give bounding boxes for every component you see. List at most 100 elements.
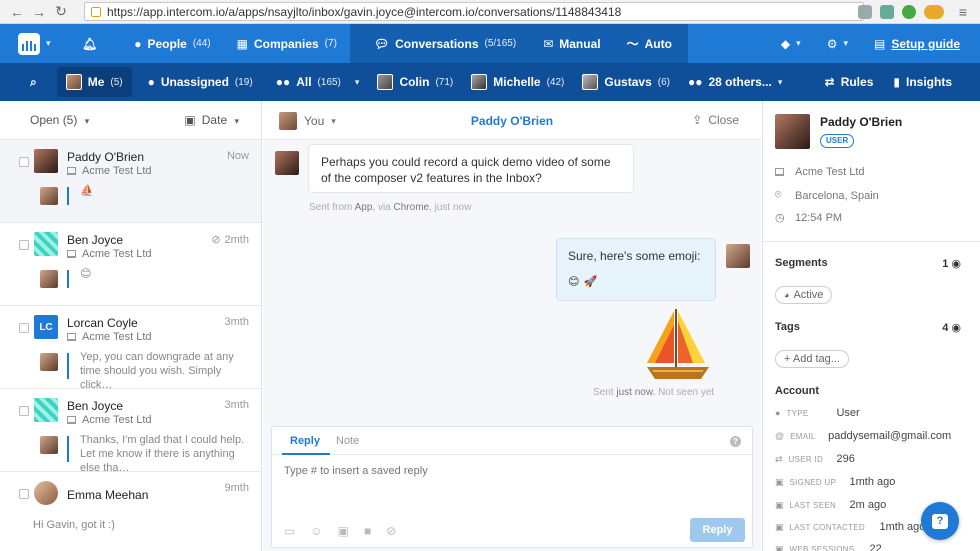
tags-header[interactable]: Tags 4 ◉ [775, 321, 961, 334]
inbox-me-count: (5) [110, 76, 123, 88]
nav-people[interactable]: ● People (44) [121, 24, 223, 63]
select-checkbox[interactable] [19, 489, 29, 499]
outgoing-message-text: Sure, here's some emoji: [568, 249, 701, 263]
search-button[interactable]: ⌕ [0, 63, 57, 101]
reply-input[interactable] [284, 465, 724, 477]
extension-icon[interactable] [902, 5, 916, 19]
composer-tabs: Reply Note ? [272, 427, 752, 455]
rules-button[interactable]: ⇄ Rules [811, 63, 888, 101]
list-item[interactable]: Paddy O'Brien Acme Test Ltd Now ⛵ [0, 140, 261, 223]
app-logo[interactable]: ▾ [0, 24, 58, 63]
reply-indicator [67, 270, 69, 288]
group-icon: ●● [687, 75, 703, 89]
select-checkbox[interactable] [19, 157, 29, 167]
apps-button[interactable]: ◆ ▾ [768, 24, 814, 63]
profile-location: ⌾ Barcelona, Spain [775, 189, 879, 202]
attribute-row: ▣ LAST SEEN 2m ago [775, 499, 886, 511]
nav-companies-label: Companies [253, 36, 319, 51]
inbox-all-count: (165) [317, 76, 341, 88]
nav-manual-label: Manual [559, 36, 601, 51]
avatar [40, 353, 58, 371]
reload-icon[interactable]: ↻ [50, 1, 72, 23]
attribute-row: @ EMAIL paddysemail@gmail.com [775, 430, 951, 442]
nav-auto[interactable]: 〜 Auto [613, 24, 688, 63]
emoji-icon[interactable]: ☺ [310, 524, 322, 538]
address-bar[interactable]: https://app.intercom.io/a/apps/nsayjlto/… [84, 2, 864, 21]
meta-status: Not seen yet [658, 387, 715, 398]
inbox-all[interactable]: ●● All (165) ▾ [262, 63, 369, 101]
group-icon: ●● [275, 75, 291, 89]
chevron-down-icon: ▾ [843, 38, 848, 48]
video-icon[interactable]: ■ [364, 524, 371, 538]
list-item[interactable]: Emma Meehan 9mth Hi Gavin, got it :) [0, 472, 261, 551]
back-icon[interactable]: ← [6, 1, 28, 23]
avatar [65, 74, 82, 90]
profile-name[interactable]: Paddy O'Brien [820, 115, 902, 129]
tab-reply[interactable]: Reply [290, 435, 320, 447]
extension-icon[interactable] [924, 5, 944, 19]
select-checkbox[interactable] [19, 323, 29, 333]
select-checkbox[interactable] [19, 406, 29, 416]
shuffle-icon: ⇄ [824, 75, 835, 89]
messenger-launcher-button[interactable]: ? [921, 502, 959, 540]
notifications-button[interactable]: 🔔︎ [58, 24, 121, 63]
person-icon: ● [134, 36, 142, 51]
conversation-name: Paddy O'Brien [67, 150, 144, 164]
pie-icon: ◕ [784, 290, 790, 300]
select-checkbox[interactable] [19, 240, 29, 250]
list-item[interactable]: LC Lorcan Coyle Acme Test Ltd 3mth Yep, … [0, 306, 261, 391]
inbox-gustavs-label: Gustavs [604, 75, 652, 89]
inbox-others[interactable]: ●● 28 others... ▾ [679, 63, 791, 101]
add-tag-button[interactable]: + Add tag... [775, 350, 849, 368]
close-button[interactable]: ⇪ Close [692, 113, 739, 127]
nav-conversations-label: Conversations [395, 36, 479, 51]
forward-icon[interactable]: → [28, 1, 50, 23]
inbox-gustavs[interactable]: Gustavs (6) [573, 63, 679, 101]
close-label: Close [708, 113, 739, 127]
profile-location-label: Barcelona, Spain [795, 189, 879, 202]
attachment-icon[interactable]: ⊘ [386, 524, 396, 538]
image-icon[interactable]: ▣ [338, 524, 349, 538]
avatar [40, 187, 58, 205]
building-icon [67, 167, 76, 175]
conversation-company: Acme Test Ltd [67, 248, 152, 260]
inbox-colin[interactable]: Colin (71) [368, 63, 462, 101]
chevron-down-icon: ▾ [84, 116, 90, 126]
menu-icon[interactable]: ≡ [952, 1, 974, 23]
status-filter[interactable]: Open (5) ▾ [30, 113, 89, 127]
segments-label: Segments [775, 257, 828, 269]
gear-icon: ⚙ [826, 36, 838, 51]
user-profile-panel: Paddy O'Brien USER Acme Test Ltd ⌾ Barce… [762, 101, 980, 551]
inbox-michelle[interactable]: Michelle (42) [462, 63, 573, 101]
insights-button[interactable]: ▮ Insights [887, 63, 980, 101]
conversation-title[interactable]: Paddy O'Brien [263, 114, 761, 128]
chevron-down-icon[interactable]: ▾ [355, 77, 360, 88]
attribute-value: 1mth ago [849, 476, 896, 488]
incoming-message: Perhaps you could record a quick demo vi… [308, 144, 634, 193]
settings-button[interactable]: ⚙ ▾ [814, 24, 861, 63]
send-reply-button[interactable]: Reply [690, 518, 745, 542]
inbox-unassigned[interactable]: ● Unassigned (19) [132, 63, 262, 101]
segments-header[interactable]: Segments 1 ◉ [775, 257, 961, 270]
segment-active-pill[interactable]: ◕ Active [775, 286, 833, 304]
attribute-value: 2m ago [849, 499, 887, 511]
setup-guide-link[interactable]: ▤ Setup guide [861, 24, 980, 63]
tab-note[interactable]: Note [336, 435, 359, 447]
nav-companies[interactable]: ▦ Companies (7) [224, 24, 350, 63]
extension-icon[interactable] [858, 5, 872, 19]
nav-manual[interactable]: ✉ Manual [530, 24, 614, 63]
sort-dropdown[interactable]: ▣ Date ▾ [184, 113, 239, 127]
nav-conversations[interactable]: 💬︎ Conversations (5/165) [349, 24, 531, 63]
tags-count: 4 [942, 322, 949, 334]
calendar-icon: ▣ [184, 113, 196, 127]
saved-reply-icon[interactable]: ▭ [284, 524, 295, 538]
list-item[interactable]: Ben Joyce Acme Test Ltd 3mth Thanks, I'm… [0, 389, 261, 474]
extension-icon[interactable] [880, 5, 894, 19]
help-icon[interactable]: ? [730, 436, 741, 447]
cube-icon: ◆ [780, 36, 791, 51]
building-icon [775, 168, 784, 176]
inbox-me[interactable]: Me (5) [56, 67, 132, 97]
list-item[interactable]: Ben Joyce Acme Test Ltd ⊘ 2mth 😊 [0, 223, 261, 306]
profile-company[interactable]: Acme Test Ltd [775, 166, 865, 178]
company-label: Acme Test Ltd [82, 248, 152, 260]
